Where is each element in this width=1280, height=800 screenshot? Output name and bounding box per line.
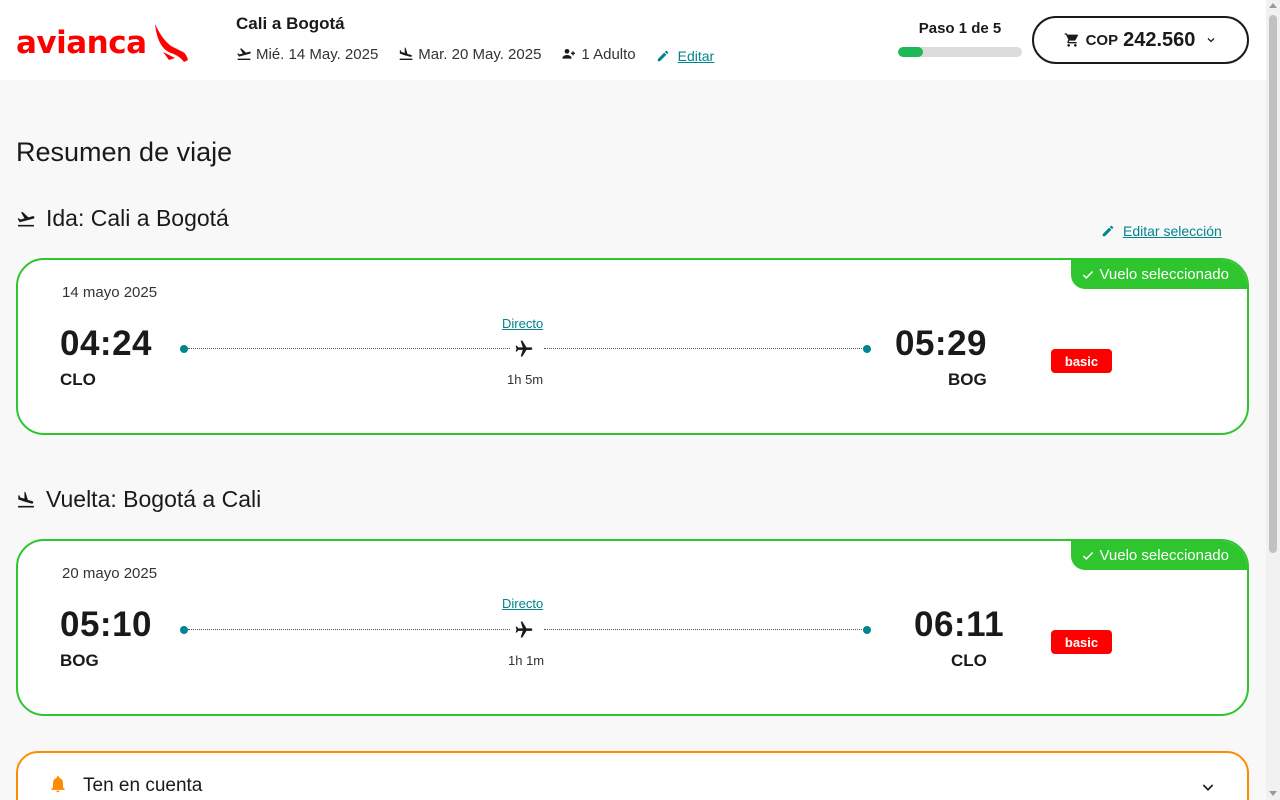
selected-flight-label: Vuelo seleccionado bbox=[1099, 266, 1229, 283]
avianca-logo[interactable]: avianca bbox=[16, 20, 189, 66]
route-line-left bbox=[188, 348, 510, 349]
check-icon bbox=[1083, 270, 1094, 279]
route-line-left bbox=[188, 629, 510, 630]
notice-title: Ten en cuenta bbox=[83, 775, 203, 796]
arrival-airport: CLO bbox=[951, 651, 987, 670]
edit-search-label: Editar bbox=[677, 47, 715, 64]
stops-link[interactable]: Directo bbox=[502, 316, 543, 331]
logo-wordmark: avianca bbox=[16, 25, 147, 61]
logo-bird-icon bbox=[154, 24, 188, 62]
flight-takeoff-icon bbox=[17, 211, 35, 226]
outbound-heading: Ida: Cali a Bogotá bbox=[16, 205, 229, 232]
outbound-date: Mié. 14 May. 2025 bbox=[256, 45, 379, 63]
selected-flight-label: Vuelo seleccionado bbox=[1099, 547, 1229, 564]
scroll-thumb[interactable] bbox=[1269, 15, 1277, 553]
cart-icon bbox=[1064, 33, 1078, 47]
selected-flight-tag: Vuelo seleccionado bbox=[1071, 541, 1247, 570]
page-title: Resumen de viaje bbox=[16, 137, 233, 167]
outbound-date-item: Mié. 14 May. 2025 bbox=[236, 46, 378, 63]
flight-duration: 1h 5m bbox=[507, 372, 544, 387]
passengers-count: 1 Adulto bbox=[581, 45, 636, 63]
fare-badge: basic bbox=[1051, 630, 1112, 654]
route-origin-dot bbox=[180, 626, 188, 634]
route-destination-dot bbox=[863, 626, 871, 634]
step-progress-bar bbox=[898, 47, 1022, 57]
chevron-down-icon[interactable] bbox=[1200, 779, 1216, 795]
cart-currency: COP bbox=[1085, 31, 1119, 49]
scroll-up-arrow[interactable] bbox=[1269, 3, 1277, 8]
route-line-right bbox=[544, 348, 866, 349]
departure-time: 05:10 bbox=[60, 605, 153, 644]
return-heading-text: Vuelta: Bogotá a Cali bbox=[46, 486, 262, 512]
trip-meta: Mié. 14 May. 2025 Mar. 20 May. 2025 1 Ad… bbox=[236, 44, 714, 64]
plane-icon bbox=[515, 340, 533, 357]
return-heading: Vuelta: Bogotá a Cali bbox=[16, 486, 261, 513]
departure-airport: BOG bbox=[60, 651, 99, 670]
arrival-airport: BOG bbox=[948, 370, 987, 389]
route-destination-dot bbox=[863, 345, 871, 353]
pencil-icon bbox=[1102, 225, 1114, 237]
flight-date: 14 mayo 2025 bbox=[62, 284, 158, 301]
check-icon bbox=[1083, 551, 1094, 560]
edit-search-link[interactable]: Editar bbox=[656, 47, 715, 64]
return-date: Mar. 20 May. 2025 bbox=[418, 45, 542, 63]
trip-title: Cali a Bogotá bbox=[236, 14, 345, 33]
arrival-time: 06:11 bbox=[914, 605, 1005, 644]
stops-link[interactable]: Directo bbox=[502, 596, 543, 611]
edit-selection-link[interactable]: Editar selección bbox=[1101, 223, 1222, 239]
selected-flight-tag: Vuelo seleccionado bbox=[1071, 260, 1247, 289]
group-icon bbox=[562, 49, 576, 59]
notice-card[interactable]: Ten en cuenta bbox=[16, 751, 1249, 800]
step-progress-fill bbox=[898, 47, 923, 57]
departure-time: 04:24 bbox=[60, 324, 153, 363]
top-header: avianca Cali a Bogotá Mié. 14 May. 2025 … bbox=[0, 0, 1266, 80]
fare-badge: basic bbox=[1051, 349, 1112, 373]
step-indicator: Paso 1 de 5 bbox=[898, 20, 1024, 57]
step-label: Paso 1 de 5 bbox=[918, 20, 1002, 37]
return-flight-card[interactable]: Vuelo seleccionado 20 mayo 2025 05:10 BO… bbox=[16, 539, 1249, 716]
route-line-right bbox=[544, 629, 866, 630]
outbound-heading-text: Ida: Cali a Bogotá bbox=[46, 205, 229, 231]
departure-airport: CLO bbox=[60, 370, 96, 389]
flight-land-icon bbox=[18, 491, 34, 507]
edit-selection-label: Editar selección bbox=[1123, 223, 1222, 239]
flight-date: 20 mayo 2025 bbox=[62, 565, 158, 582]
cart-amount: 242.560 bbox=[1123, 28, 1196, 51]
pencil-icon bbox=[657, 50, 668, 61]
route-origin-dot bbox=[180, 345, 188, 353]
return-date-item: Mar. 20 May. 2025 bbox=[398, 46, 541, 63]
bell-icon bbox=[51, 776, 65, 793]
scroll-down-arrow[interactable] bbox=[1269, 791, 1277, 796]
chevron-down-icon bbox=[1207, 38, 1215, 43]
plane-icon bbox=[515, 621, 533, 638]
arrival-time: 05:29 bbox=[895, 324, 988, 363]
passengers-item: 1 Adulto bbox=[561, 45, 636, 63]
flight-land-icon bbox=[399, 47, 413, 60]
page-scrollbar[interactable] bbox=[1266, 0, 1280, 800]
outbound-flight-card[interactable]: Vuelo seleccionado 14 mayo 2025 04:24 CL… bbox=[16, 258, 1249, 435]
flight-takeoff-icon bbox=[237, 48, 251, 60]
cart-summary-button[interactable]: COP 242.560 bbox=[1032, 16, 1249, 64]
flight-duration: 1h 1m bbox=[508, 653, 545, 668]
